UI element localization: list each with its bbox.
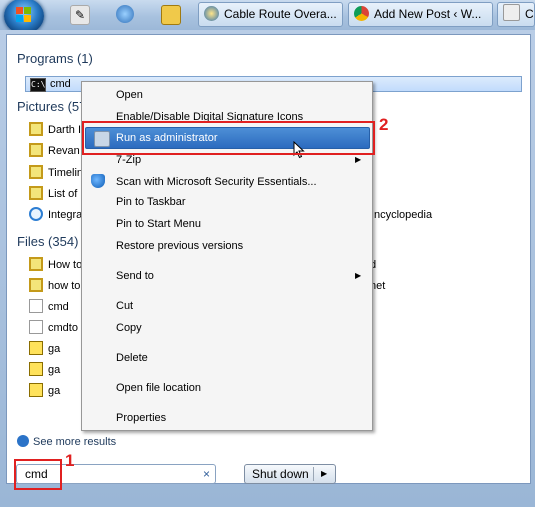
list-item[interactable]: ga [29, 381, 60, 401]
menu-item-properties[interactable]: Properties [116, 409, 166, 427]
picture-icon [29, 257, 43, 271]
list-item[interactable]: Integra [29, 205, 82, 225]
window-icon [503, 4, 520, 21]
search-icon [17, 435, 29, 447]
list-item[interactable]: Revan [29, 141, 80, 161]
pictures-heading: Pictures (57 [17, 99, 87, 114]
list-item[interactable]: cmd [29, 297, 69, 317]
annotation-box-2 [82, 121, 375, 155]
windows-logo-icon [16, 7, 32, 23]
annotation-box-1 [14, 459, 62, 490]
ga-icon [29, 362, 43, 376]
clear-search-icon[interactable]: × [203, 465, 210, 483]
annotation-number-1: 1 [65, 451, 75, 470]
list-item-overflow-text: ncyclopedia [374, 209, 433, 221]
menu-item-send-to[interactable]: Send to [116, 267, 154, 285]
shutdown-button[interactable]: Shut down ▶ [244, 464, 336, 484]
chrome-icon [354, 6, 369, 21]
cmd-icon: C:\ [30, 78, 46, 92]
menu-item-open-file-location[interactable]: Open file location [116, 379, 201, 397]
pinned-browser-icon[interactable] [116, 5, 134, 23]
menu-item-cut[interactable]: Cut [116, 297, 133, 315]
list-item[interactable]: ga [29, 360, 60, 380]
document-icon [29, 320, 43, 334]
see-more-results-link[interactable]: See more results [17, 435, 116, 449]
menu-item-delete[interactable]: Delete [116, 349, 148, 367]
taskbar-window-cable-route[interactable]: Cable Route Overa... [198, 2, 343, 27]
ga-icon [29, 341, 43, 355]
picture-icon [29, 278, 43, 292]
list-item[interactable]: ga [29, 339, 60, 359]
picture-icon [29, 122, 43, 136]
pinned-app-icon[interactable]: ✎ [70, 5, 90, 25]
start-orb-button[interactable] [4, 0, 44, 34]
wordpress-icon [204, 6, 219, 21]
menu-item-copy[interactable]: Copy [116, 319, 142, 337]
shutdown-options-arrow-icon[interactable]: ▶ [321, 465, 327, 483]
files-heading: Files (354) [17, 234, 79, 249]
menu-item-scan-security-essentials[interactable]: Scan with Microsoft Security Essentials.… [116, 173, 317, 191]
list-item[interactable]: Timelin [29, 163, 83, 183]
list-item[interactable]: List of [29, 184, 77, 204]
taskbar: ✎ Cable Route Overa... Add New Post ‹ W.… [0, 0, 535, 34]
security-essentials-icon [91, 174, 105, 188]
script-icon [29, 299, 43, 313]
picture-icon [29, 186, 43, 200]
picture-icon [29, 143, 43, 157]
menu-item-pin-to-taskbar[interactable]: Pin to Taskbar [116, 193, 186, 211]
ie-icon [29, 207, 43, 221]
menu-item-open[interactable]: Open [116, 86, 143, 104]
list-item[interactable]: how to [29, 276, 80, 296]
menu-item-pin-to-start-menu[interactable]: Pin to Start Menu [116, 215, 201, 233]
ga-icon [29, 383, 43, 397]
submenu-arrow-icon: ▶ [355, 155, 362, 164]
programs-heading: Programs (1) [17, 51, 93, 66]
submenu-arrow-icon: ▶ [355, 271, 362, 280]
annotation-number-2: 2 [379, 115, 389, 134]
folder-icon[interactable] [161, 5, 181, 25]
menu-item-restore-previous-versions[interactable]: Restore previous versions [116, 237, 243, 255]
list-item[interactable]: How to [29, 255, 82, 275]
picture-icon [29, 165, 43, 179]
taskbar-window-add-new-post[interactable]: Add New Post ‹ W... [348, 2, 493, 27]
list-item[interactable]: cmdto [29, 318, 78, 338]
list-item[interactable]: Darth I [29, 120, 81, 140]
taskbar-window-explorer[interactable]: C:\ [497, 2, 535, 27]
